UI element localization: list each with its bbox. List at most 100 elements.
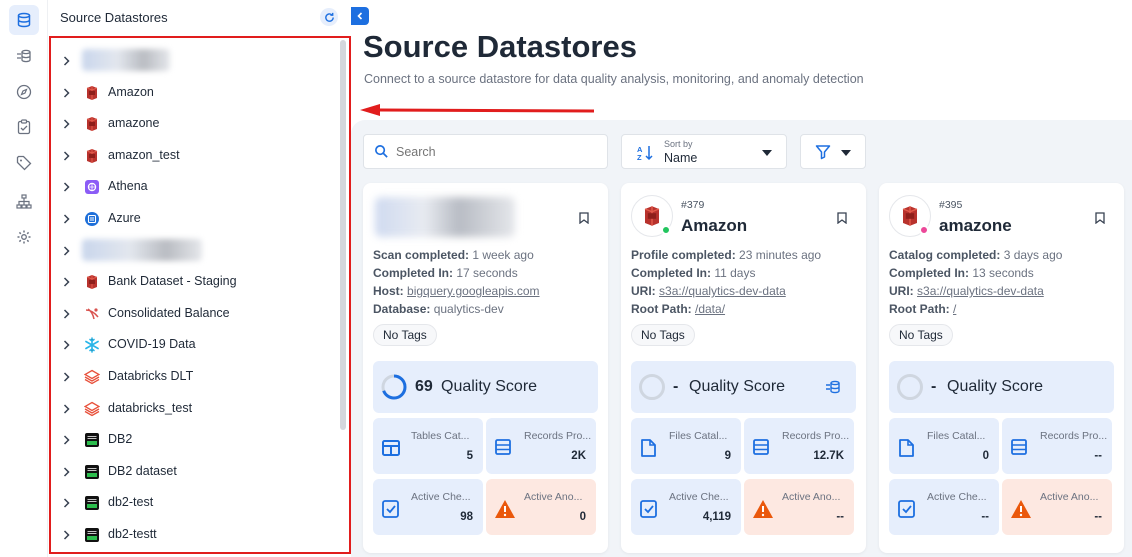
tree-item[interactable]: COVID-19 Data xyxy=(48,332,338,358)
tree-item-label: db2-testt xyxy=(108,527,157,541)
metric-value: 0 xyxy=(579,511,586,523)
metric-tile[interactable]: Active Ano... -- xyxy=(1002,479,1112,535)
info-value: 1 week ago xyxy=(472,248,534,262)
bookmark-icon[interactable] xyxy=(837,211,847,229)
tree-item[interactable]: Amazon xyxy=(48,80,338,106)
metric-tile[interactable]: Records Pro... 2K xyxy=(486,418,596,474)
chevron-right-icon[interactable] xyxy=(61,117,71,131)
tree-item[interactable]: db2-testt xyxy=(48,522,338,548)
clipboard-check-icon[interactable] xyxy=(9,112,39,142)
info-line: Completed In: 17 seconds xyxy=(373,266,518,280)
metric-tile[interactable]: Active Che... -- xyxy=(889,479,999,535)
check-icon xyxy=(381,499,401,524)
tree-item[interactable]: Athena xyxy=(48,174,338,200)
bookmark-icon[interactable] xyxy=(1095,211,1105,229)
metric-tile[interactable]: Records Pro... 12.7K xyxy=(744,418,854,474)
info-link[interactable]: s3a://qualytics-dev-data xyxy=(917,284,1044,298)
search-input[interactable] xyxy=(396,143,596,161)
status-dot xyxy=(919,225,929,235)
chevron-right-icon[interactable] xyxy=(61,86,71,100)
chevron-right-icon[interactable] xyxy=(61,370,71,384)
info-value: qualytics-dev xyxy=(433,302,504,316)
tree-item[interactable]: amazone xyxy=(48,111,338,137)
tree-item[interactable] xyxy=(48,238,338,264)
amazon-s3-icon xyxy=(84,274,100,290)
tree-item[interactable] xyxy=(48,48,338,74)
chevron-right-icon[interactable] xyxy=(61,528,71,542)
tree-item[interactable]: amazon_test xyxy=(48,143,338,169)
metric-tile[interactable]: Active Che... 4,119 xyxy=(631,479,741,535)
chevron-right-icon[interactable] xyxy=(61,465,71,479)
compass-icon[interactable] xyxy=(9,77,39,107)
tree-item-label: COVID-19 Data xyxy=(108,337,196,352)
chevron-right-icon[interactable] xyxy=(61,180,71,194)
database-icon[interactable] xyxy=(9,5,39,35)
info-key: Database: xyxy=(373,302,431,316)
info-value: 3 days ago xyxy=(1003,248,1063,262)
tag-icon[interactable] xyxy=(9,148,39,178)
chevron-right-icon[interactable] xyxy=(61,307,71,321)
chevron-right-icon[interactable] xyxy=(61,496,71,510)
datastore-name: Amazon xyxy=(681,216,748,235)
info-link[interactable]: /data/ xyxy=(695,302,725,316)
settings-gear-icon[interactable] xyxy=(9,222,39,252)
hierarchy-icon[interactable] xyxy=(9,187,39,217)
datastore-tree-panel: Source Datastores Amazon amazone amazon_te… xyxy=(48,0,350,557)
datastore-card[interactable]: Scan completed: 1 week ago Completed In: … xyxy=(363,183,608,553)
chevron-right-icon[interactable] xyxy=(61,212,71,226)
tree-item[interactable]: Consolidated Balance xyxy=(48,301,338,327)
info-link[interactable]: s3a://qualytics-dev-data xyxy=(659,284,786,298)
azure-icon xyxy=(84,211,100,227)
tree-item[interactable]: Azure xyxy=(48,206,338,232)
metric-tile[interactable]: Files Catal... 9 xyxy=(631,418,741,474)
sort-dropdown[interactable]: A Z Sort by Name xyxy=(621,134,787,169)
tree-item[interactable]: db2-test xyxy=(48,490,338,516)
redacted-label xyxy=(82,238,202,261)
tags-chip[interactable]: No Tags xyxy=(889,324,953,346)
chevron-right-icon[interactable] xyxy=(61,244,71,258)
metric-value: -- xyxy=(836,511,844,523)
info-key: URI: xyxy=(631,284,656,298)
metric-label: Active Che... xyxy=(411,491,471,503)
chevron-right-icon[interactable] xyxy=(61,433,71,447)
filter-icon xyxy=(815,145,831,160)
filter-button[interactable] xyxy=(800,134,866,169)
data-flow-icon[interactable] xyxy=(825,379,841,395)
bookmark-icon[interactable] xyxy=(579,211,589,229)
tree-item[interactable]: DB2 xyxy=(48,427,338,453)
datastore-card[interactable]: #395 amazone Catalog completed: 3 days ago… xyxy=(879,183,1124,553)
refresh-button[interactable] xyxy=(320,8,338,26)
info-line: Database: qualytics-dev xyxy=(373,302,504,316)
tree-scrollbar[interactable] xyxy=(340,40,346,430)
chevron-right-icon[interactable] xyxy=(61,149,71,163)
chevron-right-icon[interactable] xyxy=(61,275,71,289)
search-box[interactable] xyxy=(363,134,608,169)
info-link[interactable]: bigquery.googleapis.com xyxy=(407,284,540,298)
quality-score-panel: 69 Quality Score xyxy=(373,361,598,413)
metric-tile[interactable]: Files Catal... 0 xyxy=(889,418,999,474)
metric-tile[interactable]: Tables Cat... 5 xyxy=(373,418,483,474)
info-link[interactable]: / xyxy=(953,302,956,316)
tags-chip[interactable]: No Tags xyxy=(373,324,437,346)
tree-item[interactable]: Bank Dataset - Staging xyxy=(48,269,338,295)
tags-chip[interactable]: No Tags xyxy=(631,324,695,346)
tree-item[interactable]: Databricks DLT xyxy=(48,364,338,390)
metric-tile[interactable]: Active Che... 98 xyxy=(373,479,483,535)
metric-value: 4,119 xyxy=(702,511,731,523)
chevron-right-icon[interactable] xyxy=(61,338,71,352)
data-flow-icon[interactable] xyxy=(9,41,39,71)
info-line: Root Path: / xyxy=(889,302,956,316)
chevron-right-icon[interactable] xyxy=(61,402,71,416)
info-value: 17 seconds xyxy=(456,266,518,280)
athena-icon xyxy=(84,179,100,195)
chevron-right-icon[interactable] xyxy=(61,54,71,68)
tree-item[interactable]: DB2 dataset xyxy=(48,459,338,485)
metric-tile[interactable]: Active Ano... -- xyxy=(744,479,854,535)
collapse-sidebar-button[interactable] xyxy=(351,7,369,25)
amazon-s3-icon xyxy=(84,116,100,132)
info-value: 23 minutes ago xyxy=(739,248,822,262)
datastore-card[interactable]: #379 Amazon Profile completed: 23 minutes … xyxy=(621,183,866,553)
tree-item[interactable]: databricks_test xyxy=(48,396,338,422)
metric-tile[interactable]: Records Pro... -- xyxy=(1002,418,1112,474)
metric-tile[interactable]: Active Ano... 0 xyxy=(486,479,596,535)
